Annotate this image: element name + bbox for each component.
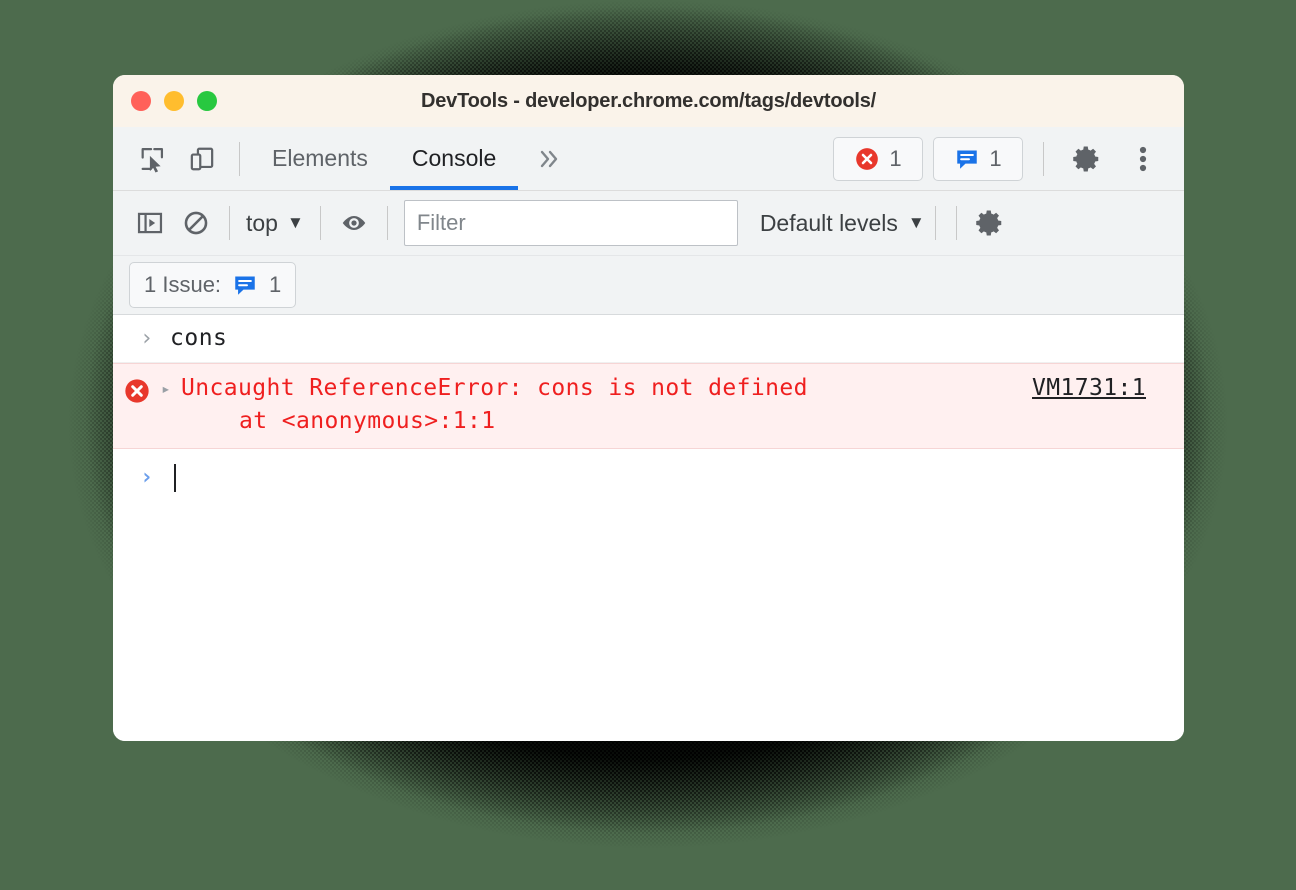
more-options-button[interactable] bbox=[1120, 136, 1166, 182]
device-toolbar-button[interactable] bbox=[179, 136, 225, 182]
toolbar-divider bbox=[239, 141, 240, 176]
console-command-row[interactable]: › cons bbox=[113, 315, 1184, 363]
issues-icon bbox=[957, 150, 978, 169]
execution-context-label: top bbox=[246, 209, 278, 236]
error-icon-wrapper bbox=[113, 372, 161, 405]
error-count: 1 bbox=[889, 145, 902, 171]
console-error-line2: at <anonymous>:1:1 bbox=[239, 408, 496, 434]
execution-context-select[interactable]: top ▼ bbox=[240, 210, 310, 237]
tab-elements[interactable]: Elements bbox=[250, 127, 390, 190]
tab-console[interactable]: Console bbox=[389, 127, 519, 190]
console-settings-gear-icon bbox=[975, 210, 1001, 236]
device-toolbar-icon bbox=[190, 147, 214, 170]
issues-count: 1 bbox=[989, 145, 1002, 171]
console-prompt-row[interactable]: › bbox=[113, 449, 1184, 501]
inspect-element-icon bbox=[141, 147, 164, 173]
console-settings-button[interactable] bbox=[967, 200, 1013, 246]
error-icon bbox=[125, 379, 149, 403]
console-error-row[interactable]: ▸ Uncaught ReferenceError: cons is not d… bbox=[113, 363, 1184, 449]
console-toolbar-divider-2 bbox=[319, 206, 321, 240]
settings-button[interactable] bbox=[1064, 136, 1110, 182]
console-toolbar-divider-1 bbox=[229, 206, 230, 240]
log-levels-label: Default levels bbox=[759, 209, 898, 236]
tabbar-left-tools bbox=[113, 127, 250, 190]
issues-summary-button[interactable]: 1 Issue: 1 bbox=[129, 262, 297, 308]
console-sidebar-icon bbox=[137, 212, 163, 234]
close-button[interactable] bbox=[131, 91, 151, 111]
log-levels-select[interactable]: Default levels ▼ bbox=[760, 210, 925, 237]
inspect-element-button[interactable] bbox=[129, 136, 175, 182]
console-toolbar-divider-5 bbox=[955, 206, 957, 240]
filter-input[interactable]: Filter bbox=[403, 200, 738, 246]
issues-summary-label: 1 Issue: bbox=[144, 272, 222, 297]
gear-icon bbox=[1073, 146, 1099, 171]
titlebar: DevTools - developer.chrome.com/tags/dev… bbox=[113, 75, 1184, 127]
panel-tabs: Elements Console bbox=[250, 127, 519, 190]
filter-placeholder: Filter bbox=[416, 210, 466, 235]
chevron-down-icon: ▼ bbox=[907, 213, 925, 232]
console-command-text: cons bbox=[170, 325, 228, 351]
tab-console-label: Console bbox=[411, 145, 497, 171]
tab-elements-label: Elements bbox=[272, 145, 368, 171]
live-expression-button[interactable] bbox=[331, 200, 377, 246]
console-message-list[interactable]: › cons ▸ Uncaught ReferenceError: cons i… bbox=[113, 315, 1184, 741]
prompt-chevron-icon: › bbox=[140, 465, 154, 490]
console-toolbar: top ▼ Filter Default levels ▼ bbox=[113, 191, 1184, 256]
console-error-line1: Uncaught ReferenceError: cons is not def… bbox=[181, 375, 808, 401]
console-toolbar-divider-3 bbox=[386, 206, 388, 240]
issues-count-badge[interactable]: 1 bbox=[933, 136, 1023, 181]
expand-triangle-icon[interactable]: ▸ bbox=[161, 372, 181, 406]
text-cursor bbox=[174, 463, 176, 492]
chevron-double-right-icon bbox=[541, 150, 558, 167]
live-expression-eye-icon bbox=[342, 216, 366, 230]
window-title: DevTools - developer.chrome.com/tags/dev… bbox=[421, 89, 876, 112]
traffic-lights bbox=[113, 91, 217, 111]
console-source-link[interactable]: VM1731:1 bbox=[1032, 372, 1184, 405]
devtools-window: DevTools - developer.chrome.com/tags/dev… bbox=[113, 75, 1184, 741]
error-icon bbox=[856, 147, 879, 170]
console-sidebar-button[interactable] bbox=[127, 200, 173, 246]
command-chevron-icon: › bbox=[140, 326, 154, 351]
three-dot-menu-icon bbox=[1139, 146, 1147, 171]
maximize-button[interactable] bbox=[197, 91, 217, 111]
issues-icon bbox=[235, 276, 255, 295]
more-tabs-button[interactable] bbox=[518, 127, 580, 190]
issues-bar: 1 Issue: 1 bbox=[113, 256, 1184, 315]
issues-summary-count: 1 bbox=[269, 272, 282, 297]
tabbar-right-divider bbox=[1043, 141, 1044, 176]
error-count-badge[interactable]: 1 bbox=[833, 136, 923, 181]
chevron-down-icon: ▼ bbox=[286, 213, 304, 232]
clear-console-icon bbox=[184, 211, 208, 235]
tabbar-right-tools: 1 1 bbox=[833, 127, 1184, 190]
main-tabbar: Elements Console 1 1 bbox=[113, 127, 1184, 191]
clear-console-button[interactable] bbox=[173, 200, 219, 246]
console-error-text: Uncaught ReferenceError: cons is not def… bbox=[181, 372, 1032, 438]
console-toolbar-divider-4 bbox=[934, 206, 936, 240]
minimize-button[interactable] bbox=[164, 91, 184, 111]
